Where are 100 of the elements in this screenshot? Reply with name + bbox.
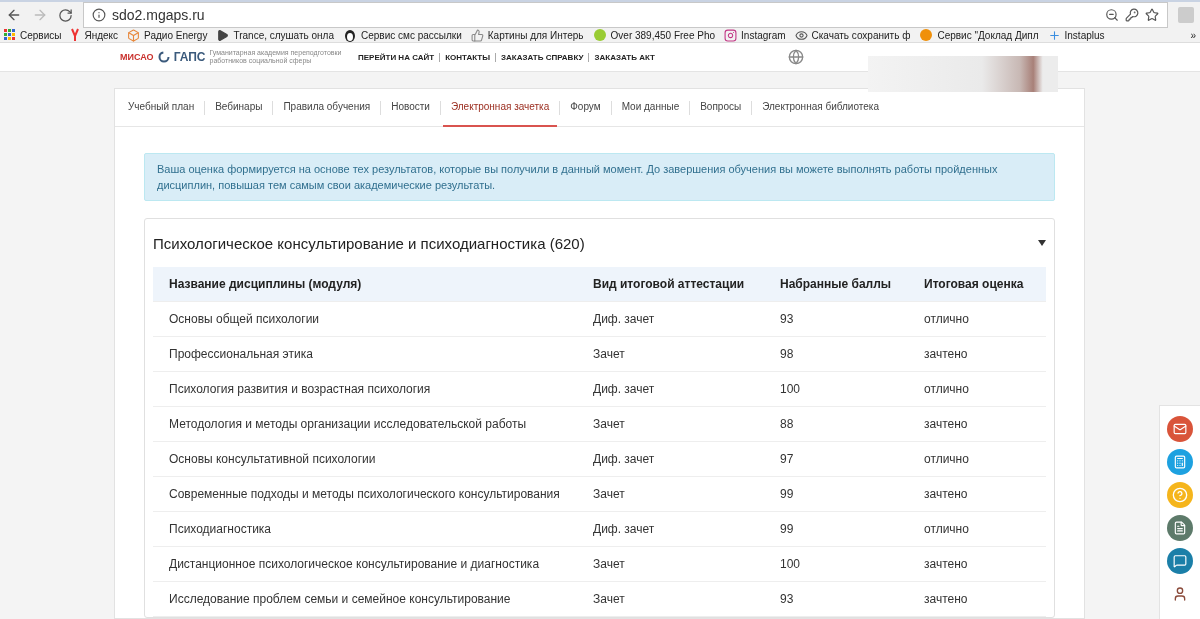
mail-button[interactable] bbox=[1167, 416, 1193, 442]
column-header: Название дисциплины (модуля) bbox=[169, 277, 363, 291]
bookmark-link[interactable]: Сервис "Доклад Дипл bbox=[919, 28, 1039, 42]
column-header: Итоговая оценка bbox=[924, 277, 1025, 291]
table-cell-text: Психология развития и возрастная психология bbox=[169, 382, 432, 396]
table-cell-text: 98 bbox=[780, 347, 795, 361]
bookmark-link[interactable]: Скачать сохранить ф bbox=[794, 28, 911, 42]
table-cell-text: Зачет bbox=[593, 557, 626, 571]
calculator-icon bbox=[1173, 455, 1187, 469]
play-icon bbox=[216, 28, 230, 42]
caret-icon[interactable] bbox=[1038, 240, 1046, 246]
chat-icon bbox=[1173, 554, 1187, 568]
tab[interactable]: Вебинары bbox=[207, 88, 271, 127]
logo-text: ГАПС bbox=[173, 50, 206, 64]
person-icon bbox=[1172, 586, 1188, 602]
column-header: Вид итоговой аттестации bbox=[593, 277, 746, 291]
nav-link[interactable]: ПЕРЕЙТИ НА САЙТ bbox=[358, 52, 440, 62]
tab[interactable]: Вопросы bbox=[692, 88, 750, 127]
bookmark-label: Радио Energy bbox=[144, 29, 208, 41]
bookmark-label: Скачать сохранить ф bbox=[811, 29, 911, 41]
back-icon[interactable] bbox=[6, 7, 22, 23]
table-cell-text: Профессиональная этика bbox=[169, 347, 314, 361]
url-text: sdo2.mgaps.ru bbox=[112, 7, 206, 23]
globe-icon[interactable] bbox=[787, 49, 804, 65]
tab[interactable]: Электронная зачетка bbox=[442, 88, 558, 127]
bookmark-label: Over 389,450 Free Pho bbox=[610, 29, 716, 41]
bookmark-link[interactable]: Картины для Интерь bbox=[470, 28, 584, 42]
bookmark-label: Instaplus bbox=[1064, 29, 1105, 41]
table-cell-text: Основы общей психологии bbox=[169, 312, 321, 326]
table-cell-text: отлично bbox=[924, 452, 970, 466]
tab[interactable]: Мои данные bbox=[613, 88, 688, 127]
tab[interactable]: Электронная библиотека bbox=[754, 88, 887, 127]
thumbs-up-icon bbox=[470, 28, 484, 42]
table-cell-text: Диф. зачет bbox=[593, 452, 656, 466]
table-cell-text: отлично bbox=[924, 522, 970, 536]
table-cell-text: зачтено bbox=[924, 417, 969, 431]
document-button[interactable] bbox=[1167, 515, 1193, 541]
nav-link[interactable]: КОНТАКТЫ bbox=[439, 52, 495, 62]
bookmark-label: Instagram bbox=[741, 29, 786, 41]
letter-mark-icon bbox=[70, 28, 81, 42]
table-cell-text: Дистанционное психологическое консультирование и диагностика bbox=[169, 557, 541, 571]
table-cell-text: Зачет bbox=[593, 487, 626, 501]
table-cell-text: зачтено bbox=[924, 487, 969, 501]
tab[interactable]: Новости bbox=[383, 88, 438, 127]
bookmark-link[interactable]: Радио Energy bbox=[127, 28, 208, 42]
cube-icon bbox=[127, 28, 141, 42]
table-cell-text: 100 bbox=[780, 557, 802, 571]
chat-button[interactable] bbox=[1167, 548, 1193, 574]
nav-link[interactable]: ЗАКАЗАТЬ СПРАВКУ bbox=[495, 52, 589, 62]
camera-icon bbox=[724, 28, 738, 42]
bookmark-label: Картины для Интерь bbox=[487, 29, 584, 41]
reload-icon[interactable] bbox=[58, 7, 73, 23]
table-cell-text: отлично bbox=[924, 382, 970, 396]
bookmark-label: Сервис "Доклад Дипл bbox=[937, 29, 1039, 41]
bookmark-link[interactable]: Instaplus bbox=[1047, 28, 1105, 42]
zoom-out-icon[interactable] bbox=[1105, 8, 1119, 22]
tab[interactable]: Учебный план bbox=[120, 88, 203, 127]
table-cell-text: зачтено bbox=[924, 347, 969, 361]
table-cell-text: Диф. зачет bbox=[593, 522, 656, 536]
tab[interactable]: Форум bbox=[562, 88, 609, 127]
table-cell-text: 97 bbox=[780, 452, 795, 466]
bookmark-link[interactable]: Instagram bbox=[724, 28, 786, 42]
bookmark-link[interactable]: Over 389,450 Free Pho bbox=[592, 28, 716, 42]
table-cell-text: 99 bbox=[780, 487, 795, 501]
document-icon bbox=[1173, 521, 1187, 535]
table-cell-text: зачтено bbox=[924, 557, 969, 571]
table-cell-text: зачтено bbox=[924, 592, 969, 606]
info-icon bbox=[92, 8, 106, 22]
bookmark-label: Trance, слушать онла bbox=[233, 29, 334, 41]
table-cell-text: Основы консультативной психологии bbox=[169, 452, 377, 466]
bookmark-label: Яндекс bbox=[84, 29, 119, 41]
key-icon[interactable] bbox=[1125, 8, 1139, 22]
address-bar[interactable]: sdo2.mgaps.ru bbox=[83, 2, 1168, 28]
apps-grid-icon bbox=[4, 29, 16, 41]
nav-link[interactable]: ЗАКАЗАТЬ АКТ bbox=[588, 52, 660, 62]
logo-ring-icon bbox=[157, 51, 170, 63]
table-cell-text: Диф. зачет bbox=[593, 312, 656, 326]
table-cell-text: Современные подходы и методы психологического консультирования bbox=[169, 487, 561, 501]
eye-icon bbox=[794, 28, 808, 42]
bookmark-link[interactable]: Яндекс bbox=[70, 28, 119, 42]
logo-text: МИСАО bbox=[120, 52, 154, 62]
panel-title: Психологическое консультирование и психодиагностика (620) bbox=[153, 234, 585, 252]
calculator-button[interactable] bbox=[1167, 449, 1193, 475]
table-cell-text: Методология и методы организации исследовательской работы bbox=[169, 417, 528, 431]
bookmark-label: Сервисы bbox=[20, 29, 62, 41]
info-alert: Ваша оценка формируется на основе тех результатов, которые вы получили в данный момент. До завершения обучения вы можете выполнять работы пройденных дисциплин, повышая тем самым свои академические результаты. bbox=[144, 153, 1055, 201]
table-cell-text: Исследование проблем семьи и семейное консультирование bbox=[169, 592, 512, 606]
bookmark-link[interactable]: Сервис смс рассылки bbox=[343, 28, 462, 42]
table-cell-text: 99 bbox=[780, 522, 795, 536]
bookmark-link[interactable]: Сервисы bbox=[4, 29, 62, 41]
tab[interactable]: Правила обучения bbox=[275, 88, 379, 127]
table-cell-text: отлично bbox=[924, 312, 970, 326]
bookmark-link[interactable]: Trance, слушать онла bbox=[216, 28, 334, 42]
bookmark-star-icon[interactable] bbox=[1145, 8, 1159, 22]
more-bookmarks[interactable]: » bbox=[1190, 29, 1196, 41]
table-cell-text: 93 bbox=[780, 592, 795, 606]
circle-logo-icon bbox=[919, 28, 934, 42]
table-cell-text: 88 bbox=[780, 417, 795, 431]
table-cell-text: Зачет bbox=[593, 592, 626, 606]
table-cell-text: Психодиагностика bbox=[169, 522, 273, 536]
